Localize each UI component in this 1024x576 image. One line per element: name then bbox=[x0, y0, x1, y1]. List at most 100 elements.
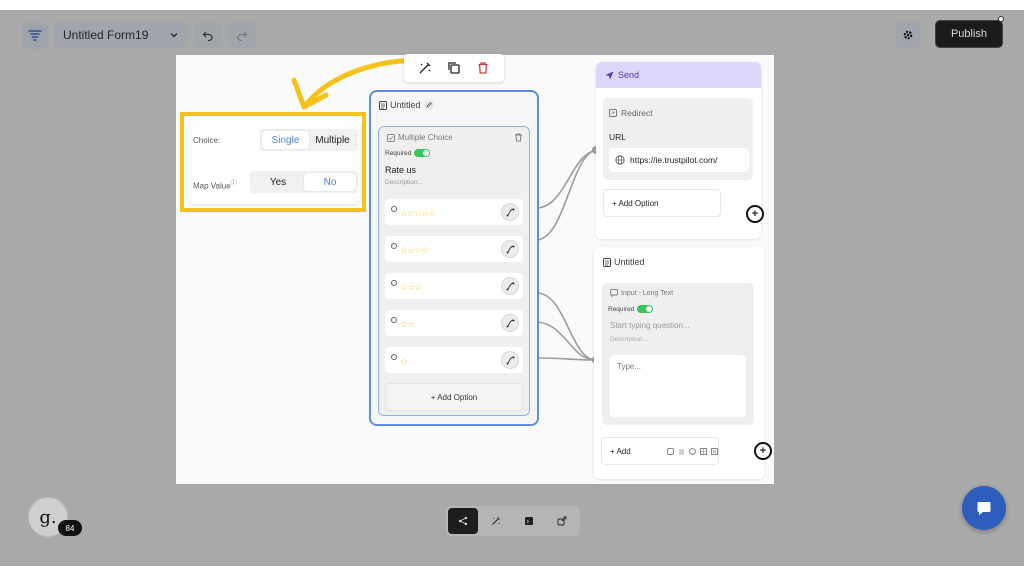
multiple-choice-card[interactable]: Multiple Choice Required Rate us Descrip… bbox=[378, 126, 530, 416]
question-input[interactable]: Start typing question... bbox=[610, 321, 690, 330]
undo-button[interactable] bbox=[194, 22, 222, 48]
add-field-row[interactable]: + Add bbox=[601, 437, 719, 465]
second-node-title: Untitled bbox=[603, 257, 645, 267]
edit-pencil-icon[interactable] bbox=[424, 100, 434, 110]
choice-multiple-option[interactable]: Multiple bbox=[309, 131, 356, 149]
choice-settings-card: Choice: Single Multiple Map Valueⓘ Yes N… bbox=[188, 120, 360, 204]
chevron-down-icon bbox=[170, 33, 178, 38]
redo-button[interactable] bbox=[228, 22, 256, 48]
answer-textarea[interactable]: Type... bbox=[610, 355, 746, 417]
node-toolbar bbox=[404, 54, 504, 82]
send-title: Send bbox=[618, 70, 640, 80]
radio-icon bbox=[391, 280, 397, 286]
required-toggle[interactable] bbox=[637, 305, 654, 313]
list-item[interactable]: ☆☆☆☆ bbox=[385, 236, 523, 262]
undo-icon bbox=[202, 31, 213, 41]
second-node-title-text: Untitled bbox=[614, 257, 645, 267]
magic-wand-icon[interactable] bbox=[418, 61, 432, 75]
chat-bubble-icon bbox=[977, 502, 991, 515]
delete-card-icon[interactable] bbox=[514, 133, 523, 142]
radio-icon bbox=[391, 206, 397, 212]
magic-wand-icon bbox=[492, 517, 501, 525]
redirect-label: Redirect bbox=[609, 108, 653, 118]
card-type-text: Input - Long Text bbox=[621, 289, 674, 297]
redirect-card[interactable]: Redirect URL https://ie.trustpilot.com/ bbox=[603, 98, 753, 180]
url-input[interactable]: https://ie.trustpilot.com/ bbox=[609, 148, 749, 172]
list-item[interactable]: ☆ bbox=[385, 347, 523, 373]
route-icon[interactable] bbox=[501, 277, 519, 295]
app-logo-icon[interactable] bbox=[22, 23, 48, 49]
route-icon[interactable] bbox=[501, 203, 519, 221]
choice-single-option[interactable]: Single bbox=[262, 131, 309, 149]
map-value-no-option[interactable]: No bbox=[304, 173, 356, 191]
option-text: ☆ bbox=[400, 355, 408, 366]
required-row: Required bbox=[385, 149, 431, 157]
card-type-label: Input - Long Text bbox=[610, 289, 673, 297]
gear-icon bbox=[903, 30, 913, 40]
choice-settings-panel: Choice: Single Multiple Map Valueⓘ Yes N… bbox=[180, 112, 366, 212]
info-icon[interactable]: ⓘ bbox=[231, 181, 237, 187]
document-icon bbox=[603, 257, 611, 267]
question-title[interactable]: Rate us bbox=[385, 165, 416, 175]
list-icon[interactable] bbox=[678, 448, 685, 455]
chat-support-button[interactable] bbox=[962, 486, 1006, 530]
add-option-button[interactable]: + Add Option bbox=[385, 383, 523, 411]
publish-button[interactable]: Publish bbox=[935, 20, 1003, 48]
description-field[interactable]: Description... bbox=[610, 336, 648, 343]
document-icon bbox=[379, 100, 387, 110]
map-value-yes-option[interactable]: Yes bbox=[252, 173, 304, 191]
grid-icon[interactable] bbox=[699, 447, 707, 455]
url-value: https://ie.trustpilot.com/ bbox=[630, 155, 718, 165]
route-icon[interactable] bbox=[501, 314, 519, 332]
option-text: ☆☆☆☆ bbox=[400, 244, 429, 255]
notification-count-badge: 84 bbox=[58, 520, 82, 536]
required-label: Required bbox=[385, 149, 412, 157]
send-node[interactable]: Send Redirect URL https://ie.trustpilot.… bbox=[596, 62, 761, 239]
form-name-select[interactable]: Untitled Form19 bbox=[54, 22, 188, 48]
preview-view-button[interactable] bbox=[514, 508, 544, 534]
route-icon[interactable] bbox=[501, 240, 519, 258]
send-header: Send bbox=[596, 62, 761, 88]
list-item[interactable]: ☆☆ bbox=[385, 310, 523, 336]
required-label: Required bbox=[608, 305, 635, 313]
circle-icon[interactable] bbox=[688, 447, 696, 455]
url-label: URL bbox=[609, 132, 627, 142]
send-icon bbox=[605, 71, 614, 79]
add-node-plus-icon[interactable]: + bbox=[754, 442, 772, 460]
required-row: Required bbox=[608, 305, 654, 313]
send-add-option-button[interactable]: + Add Option bbox=[603, 189, 721, 217]
description-field[interactable]: Description... bbox=[385, 179, 423, 186]
checkbox-icon bbox=[387, 133, 395, 142]
map-value-text: Map Value bbox=[193, 181, 231, 191]
add-node-plus-icon[interactable]: + bbox=[746, 205, 764, 223]
long-text-card[interactable]: Input - Long Text Required Start typing … bbox=[602, 283, 754, 425]
add-button[interactable]: + Add bbox=[610, 447, 631, 456]
redirect-icon bbox=[609, 109, 617, 117]
card-type-text: Multiple Choice bbox=[398, 133, 453, 142]
trash-icon[interactable] bbox=[476, 61, 490, 75]
top-bar: Untitled Form19 Publish bbox=[0, 10, 1024, 58]
duplicate-icon[interactable] bbox=[447, 61, 461, 75]
flow-view-button[interactable] bbox=[448, 508, 478, 534]
required-toggle[interactable] bbox=[414, 149, 431, 157]
share-nodes-icon bbox=[458, 516, 468, 526]
share-icon bbox=[557, 516, 567, 526]
edit-icon[interactable] bbox=[666, 447, 674, 455]
route-icon[interactable] bbox=[501, 351, 519, 369]
close-box-icon[interactable] bbox=[710, 447, 718, 455]
option-text: ☆☆☆ bbox=[400, 281, 422, 292]
list-item[interactable]: ☆☆☆☆☆ bbox=[385, 199, 523, 225]
share-view-button[interactable] bbox=[547, 508, 577, 534]
terminal-icon bbox=[525, 517, 533, 525]
design-view-button[interactable] bbox=[481, 508, 511, 534]
form-name-label: Untitled Form19 bbox=[63, 28, 149, 42]
settings-button[interactable] bbox=[895, 22, 921, 48]
multiple-choice-node[interactable]: Untitled Multiple Choice Required Rate u… bbox=[369, 90, 539, 426]
list-item[interactable]: ☆☆☆ bbox=[385, 273, 523, 299]
redirect-text: Redirect bbox=[621, 108, 653, 118]
node-title: Untitled bbox=[379, 100, 434, 110]
long-text-node[interactable]: Untitled Input - Long Text Required Star… bbox=[594, 247, 764, 479]
map-value-segmented-control: Yes No bbox=[250, 171, 358, 193]
comment-icon bbox=[610, 289, 618, 297]
globe-icon bbox=[615, 155, 625, 165]
